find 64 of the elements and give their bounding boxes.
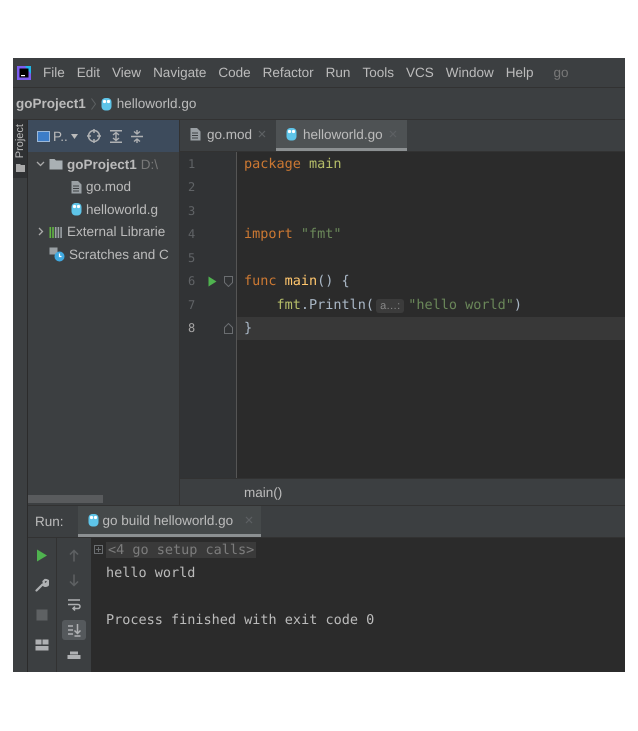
fold-icon[interactable]: [224, 276, 232, 287]
wrap-icon[interactable]: [67, 598, 81, 612]
scroll-to-end-icon[interactable]: [66, 623, 82, 637]
folder-icon: [16, 164, 24, 172]
editor-tab[interactable]: helloworld.go: [276, 120, 407, 151]
panel-icon: [37, 130, 50, 142]
project-tool-tab[interactable]: Project: [13, 120, 27, 178]
chevron-right-icon[interactable]: [38, 227, 44, 236]
library-icon: [49, 226, 63, 238]
code-line: func main() {: [244, 273, 350, 290]
go-file-icon: [71, 202, 82, 216]
go-file-icon: [286, 127, 298, 141]
menu-item[interactable]: View: [106, 65, 148, 80]
view-selector[interactable]: P..: [37, 128, 78, 144]
tree-item[interactable]: helloworld.g: [86, 202, 158, 217]
breadcrumb-item[interactable]: goProject1: [16, 96, 86, 111]
chevron-down-icon[interactable]: [36, 161, 45, 168]
project-name: go: [552, 65, 569, 80]
go-file-icon: [88, 513, 99, 527]
code-line: import "fmt": [244, 226, 342, 242]
tree-item[interactable]: External Librarie: [67, 224, 166, 240]
separator-icon: [90, 98, 96, 110]
go-file-icon: [100, 96, 112, 110]
menu-item[interactable]: Tools: [356, 65, 400, 80]
file-icon: [71, 180, 82, 194]
breadcrumb-item[interactable]: helloworld.go: [100, 96, 196, 111]
file-icon: [190, 127, 201, 141]
code-line: fmt.Println( a…: "hello world"): [276, 296, 522, 313]
expand-icon[interactable]: [94, 545, 103, 554]
menu-item[interactable]: Navigate: [147, 65, 212, 80]
dropdown-arrow-icon: [70, 134, 78, 138]
line-number: 8: [187, 321, 196, 336]
console-output: Process finished with exit code 0: [106, 612, 374, 628]
fold-icon[interactable]: [224, 322, 232, 334]
layout-icon[interactable]: [35, 639, 49, 651]
run-tab[interactable]: go build helloworld.go: [78, 506, 261, 537]
wrench-icon[interactable]: [35, 578, 49, 592]
menu-item[interactable]: Refactor: [256, 65, 320, 80]
collapse-all-icon[interactable]: [130, 130, 143, 142]
tree-item[interactable]: Scratches and C: [69, 246, 169, 262]
project-path: D:\: [140, 156, 158, 172]
run-icon[interactable]: [36, 548, 48, 562]
menu-item[interactable]: Edit: [70, 65, 106, 80]
menu-item[interactable]: File: [37, 65, 71, 80]
expand-all-icon[interactable]: [110, 130, 122, 142]
console-output: hello world: [106, 565, 196, 582]
code-line: }: [244, 320, 252, 336]
menu-item[interactable]: VCS: [400, 65, 440, 80]
run-label: Run:: [35, 513, 64, 531]
tree-item[interactable]: goProject1: [67, 156, 137, 172]
code-breadcrumb[interactable]: main(): [244, 484, 282, 500]
print-icon[interactable]: [67, 651, 81, 659]
clock-file-icon: [49, 246, 65, 262]
menu-item[interactable]: Help: [500, 65, 540, 80]
editor-tab[interactable]: go.mod: [180, 120, 276, 151]
tree-item[interactable]: go.mod: [86, 179, 132, 194]
folder-icon: [49, 158, 63, 170]
app-logo-icon: [17, 66, 31, 80]
locate-icon[interactable]: [86, 129, 101, 143]
code-line: package main: [244, 156, 342, 172]
menu-item[interactable]: Code: [212, 65, 257, 80]
menu-item[interactable]: Window: [440, 65, 500, 80]
menu-item[interactable]: Run: [320, 65, 356, 80]
run-icon[interactable]: [208, 276, 216, 287]
